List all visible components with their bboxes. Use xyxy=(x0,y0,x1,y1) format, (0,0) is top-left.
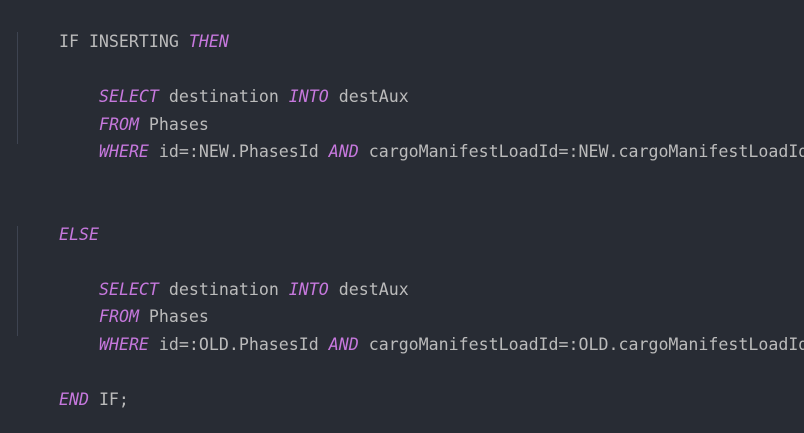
code-token: destAux xyxy=(328,280,409,299)
code-line-14[interactable]: END IF; xyxy=(19,367,129,409)
code-line-3[interactable]: SELECT destination INTO destAux xyxy=(19,64,409,106)
code-token: id=:OLD.PhasesId xyxy=(148,335,329,354)
code-token: ELSE xyxy=(58,225,99,244)
code-token: id=:NEW.PhasesId xyxy=(148,142,329,161)
indent-guide xyxy=(17,226,18,336)
code-token: WHERE xyxy=(98,335,149,354)
code-token: AND xyxy=(328,142,359,161)
code-line-1[interactable]: IF INSERTING THEN xyxy=(19,9,229,51)
code-token: cargoManifestLoadId=:OLD.cargoManifestLo… xyxy=(358,335,804,354)
code-line-11[interactable]: FROM Phases xyxy=(19,284,209,326)
code-line-12[interactable]: WHERE id=:OLD.PhasesId AND cargoManifest… xyxy=(19,312,804,354)
code-token: WHERE xyxy=(98,142,149,161)
code-token: destAux xyxy=(328,87,409,106)
code-line-5[interactable]: WHERE id=:NEW.PhasesId AND cargoManifest… xyxy=(19,119,804,161)
code-editor[interactable]: IF INSERTING THEN SELECT destination INT… xyxy=(0,0,804,409)
code-token: AND xyxy=(328,335,359,354)
code-token: THEN xyxy=(188,32,229,51)
code-token: IF; xyxy=(88,390,129,409)
code-line-10[interactable]: SELECT destination INTO destAux xyxy=(19,257,409,299)
indent-guide xyxy=(17,32,18,144)
code-line-4[interactable]: FROM Phases xyxy=(19,92,209,134)
code-token: IF INSERTING xyxy=(58,32,189,51)
code-token: cargoManifestLoadId=:NEW.cargoManifestLo… xyxy=(358,142,804,161)
code-line-8[interactable]: ELSE xyxy=(19,202,99,244)
code-token: INTO xyxy=(288,87,329,106)
code-token: INTO xyxy=(288,280,329,299)
code-token: END xyxy=(58,390,89,409)
